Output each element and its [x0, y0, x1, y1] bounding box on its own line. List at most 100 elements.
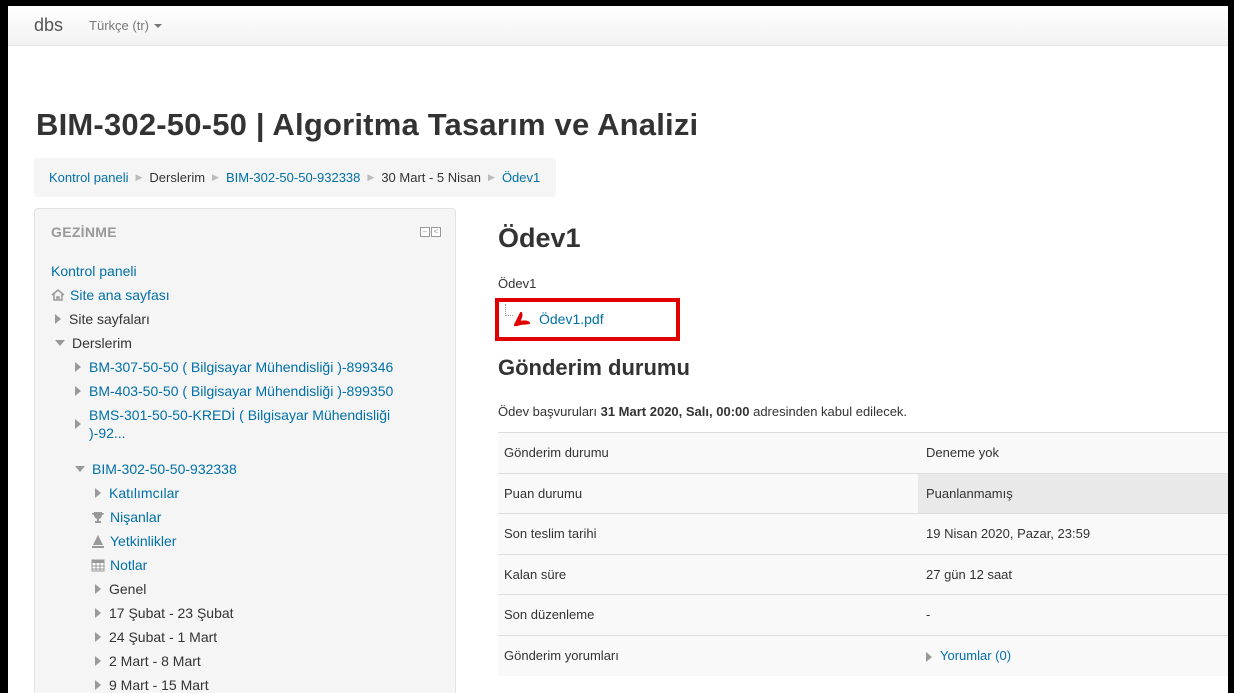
- competency-icon: [92, 535, 104, 548]
- nav-current-course[interactable]: BIM-302-50-50-932338: [75, 460, 237, 478]
- nav-grades-link[interactable]: Notlar: [110, 556, 147, 574]
- expand-icon: [55, 314, 61, 324]
- nav-competencies-link[interactable]: Yetkinlikler: [110, 532, 176, 550]
- row-value: -: [918, 594, 1228, 635]
- nav-badges-link[interactable]: Nişanlar: [110, 508, 161, 526]
- expand-icon: [95, 656, 101, 666]
- row-label: Son düzenleme: [498, 594, 918, 635]
- nav-site-home-link[interactable]: Site ana sayfası: [70, 286, 170, 304]
- breadcrumb-dashboard[interactable]: Kontrol paneli: [49, 170, 129, 185]
- breadcrumb-separator-icon: ▶: [367, 172, 375, 182]
- navigation-block: GEZİNME – < Kontrol paneli Site ana sayf…: [34, 208, 456, 693]
- table-row: Son düzenleme -: [498, 594, 1228, 635]
- expand-icon: [95, 608, 101, 618]
- collapse-arrow-icon: [55, 340, 65, 346]
- breadcrumb: Kontrol paneli ▶ Derslerim ▶ BIM-302-50-…: [34, 158, 557, 197]
- expand-icon: [95, 584, 101, 594]
- nav-section-label: 17 Şubat - 23 Şubat: [109, 605, 234, 621]
- expand-icon: [95, 632, 101, 642]
- row-label: Gönderim durumu: [498, 432, 918, 473]
- row-label: Puan durumu: [498, 472, 918, 514]
- breadcrumb-section: 30 Mart - 5 Nisan: [381, 170, 482, 185]
- nav-section-week[interactable]: 2 Mart - 8 Mart: [95, 652, 201, 670]
- breadcrumb-separator-icon: ▶: [212, 172, 219, 182]
- nav-participants[interactable]: Katılımcılar: [95, 484, 179, 502]
- row-label: Son teslim tarihi: [498, 513, 918, 554]
- comments-toggle[interactable]: Yorumlar (0): [918, 634, 1228, 676]
- file-link[interactable]: Ödev1.pdf: [539, 311, 604, 327]
- comments-link[interactable]: Yorumlar (0): [940, 648, 1011, 663]
- row-value: 19 Nisan 2020, Pazar, 23:59: [918, 513, 1228, 554]
- nav-course-bm307[interactable]: BM-307-50-50 ( Bilgisayar Mühendisliği )…: [75, 358, 393, 376]
- row-value: 27 gün 12 saat: [918, 553, 1228, 595]
- row-value: Puanlanmamış: [918, 472, 1228, 514]
- nav-course-link[interactable]: BM-307-50-50 ( Bilgisayar Mühendisliği )…: [89, 358, 393, 376]
- note-suffix: adresinden kabul edilecek.: [749, 404, 908, 419]
- language-menu[interactable]: Türkçe (tr): [89, 18, 162, 33]
- tree-connector: [505, 304, 513, 316]
- navigation-block-title: GEZİNME: [51, 224, 117, 240]
- browser-page: dbs Türkçe (tr) BIM-302-50-50 | Algoritm…: [8, 6, 1228, 693]
- activity-title: Ödev1: [498, 223, 581, 253]
- collapse-icon[interactable]: –: [420, 227, 430, 237]
- nav-participants-link[interactable]: Katılımcılar: [109, 484, 179, 502]
- block-controls: – <: [420, 227, 441, 237]
- nav-section-general[interactable]: Genel: [95, 580, 146, 598]
- nav-course-link-line1[interactable]: BMS-301-50-50-KREDİ ( Bilgisayar Mühendi…: [89, 406, 390, 424]
- nav-course-bms301[interactable]: BMS-301-50-50-KREDİ ( Bilgisayar Mühendi…: [75, 406, 390, 442]
- table-row: Son teslim tarihi 19 Nisan 2020, Pazar, …: [498, 513, 1228, 554]
- row-value: Deneme yok: [918, 432, 1228, 473]
- nav-course-bm403[interactable]: BM-403-50-50 ( Bilgisayar Mühendisliği )…: [75, 382, 393, 400]
- nav-section-label: 2 Mart - 8 Mart: [109, 653, 201, 669]
- site-brand[interactable]: dbs: [34, 15, 63, 36]
- top-navbar: dbs Türkçe (tr): [8, 6, 1228, 46]
- expand-icon: [95, 680, 101, 690]
- allow-submissions-note: Ödev başvuruları 31 Mart 2020, Salı, 00:…: [498, 404, 907, 419]
- nav-section-week[interactable]: 17 Şubat - 23 Şubat: [95, 604, 234, 622]
- nav-dashboard-link[interactable]: Kontrol paneli: [51, 262, 137, 280]
- activity-intro: Ödev1: [498, 276, 537, 291]
- expand-icon: [75, 386, 81, 396]
- language-label: Türkçe (tr): [89, 18, 149, 33]
- file-entry[interactable]: Ödev1.pdf: [513, 311, 604, 327]
- nav-section-label: 9 Mart - 15 Mart: [109, 677, 209, 693]
- row-label: Kalan süre: [498, 553, 918, 595]
- row-label: Gönderim yorumları: [498, 634, 918, 676]
- nav-site-pages-label: Site sayfaları: [69, 311, 150, 327]
- nav-badges[interactable]: Nişanlar: [91, 508, 161, 526]
- expand-icon: [926, 651, 932, 662]
- table-row: Gönderim yorumları Yorumlar (0): [498, 634, 1228, 676]
- file-highlight: Ödev1.pdf: [495, 298, 680, 341]
- pdf-icon: [513, 311, 531, 327]
- nav-grades[interactable]: Notlar: [91, 556, 147, 574]
- table-row: Puan durumu Puanlanmamış: [498, 472, 1228, 514]
- nav-dashboard[interactable]: Kontrol paneli: [51, 262, 137, 280]
- table-row: Kalan süre 27 gün 12 saat: [498, 553, 1228, 595]
- nav-course-link-line2[interactable]: )-92...: [89, 424, 390, 442]
- nav-competencies[interactable]: Yetkinlikler: [91, 532, 176, 550]
- nav-current-course-link[interactable]: BIM-302-50-50-932338: [92, 460, 237, 478]
- nav-section-week[interactable]: 9 Mart - 15 Mart: [95, 676, 209, 693]
- nav-section-week[interactable]: 24 Şubat - 1 Mart: [95, 628, 217, 646]
- table-row: Gönderim durumu Deneme yok: [498, 432, 1228, 473]
- dock-icon[interactable]: <: [431, 227, 441, 237]
- note-prefix: Ödev başvuruları: [498, 404, 601, 419]
- breadcrumb-course[interactable]: BIM-302-50-50-932338: [226, 170, 360, 185]
- expand-icon: [75, 362, 81, 372]
- note-date: 31 Mart 2020, Salı, 00:00: [600, 404, 750, 419]
- nav-section-label: Genel: [109, 581, 147, 597]
- nav-site-pages[interactable]: Site sayfaları: [55, 310, 150, 328]
- breadcrumb-activity[interactable]: Ödev1: [502, 170, 540, 185]
- nav-course-bms301-text: BMS-301-50-50-KREDİ ( Bilgisayar Mühendi…: [89, 406, 390, 442]
- expand-icon: [75, 419, 81, 429]
- nav-my-courses[interactable]: Derslerim: [55, 334, 132, 352]
- nav-course-link[interactable]: BM-403-50-50 ( Bilgisayar Mühendisliği )…: [89, 382, 393, 400]
- course-title: BIM-302-50-50 | Algoritma Tasarım ve Ana…: [36, 107, 699, 142]
- nav-my-courses-label: Derslerim: [72, 335, 132, 351]
- collapse-arrow-icon: [75, 466, 85, 472]
- submission-status-table: Gönderim durumu Deneme yok Puan durumu P…: [498, 432, 1228, 676]
- expand-icon: [95, 488, 101, 498]
- home-icon: [51, 289, 65, 301]
- breadcrumb-separator-icon: ▶: [135, 172, 143, 182]
- nav-site-home[interactable]: Site ana sayfası: [51, 286, 170, 304]
